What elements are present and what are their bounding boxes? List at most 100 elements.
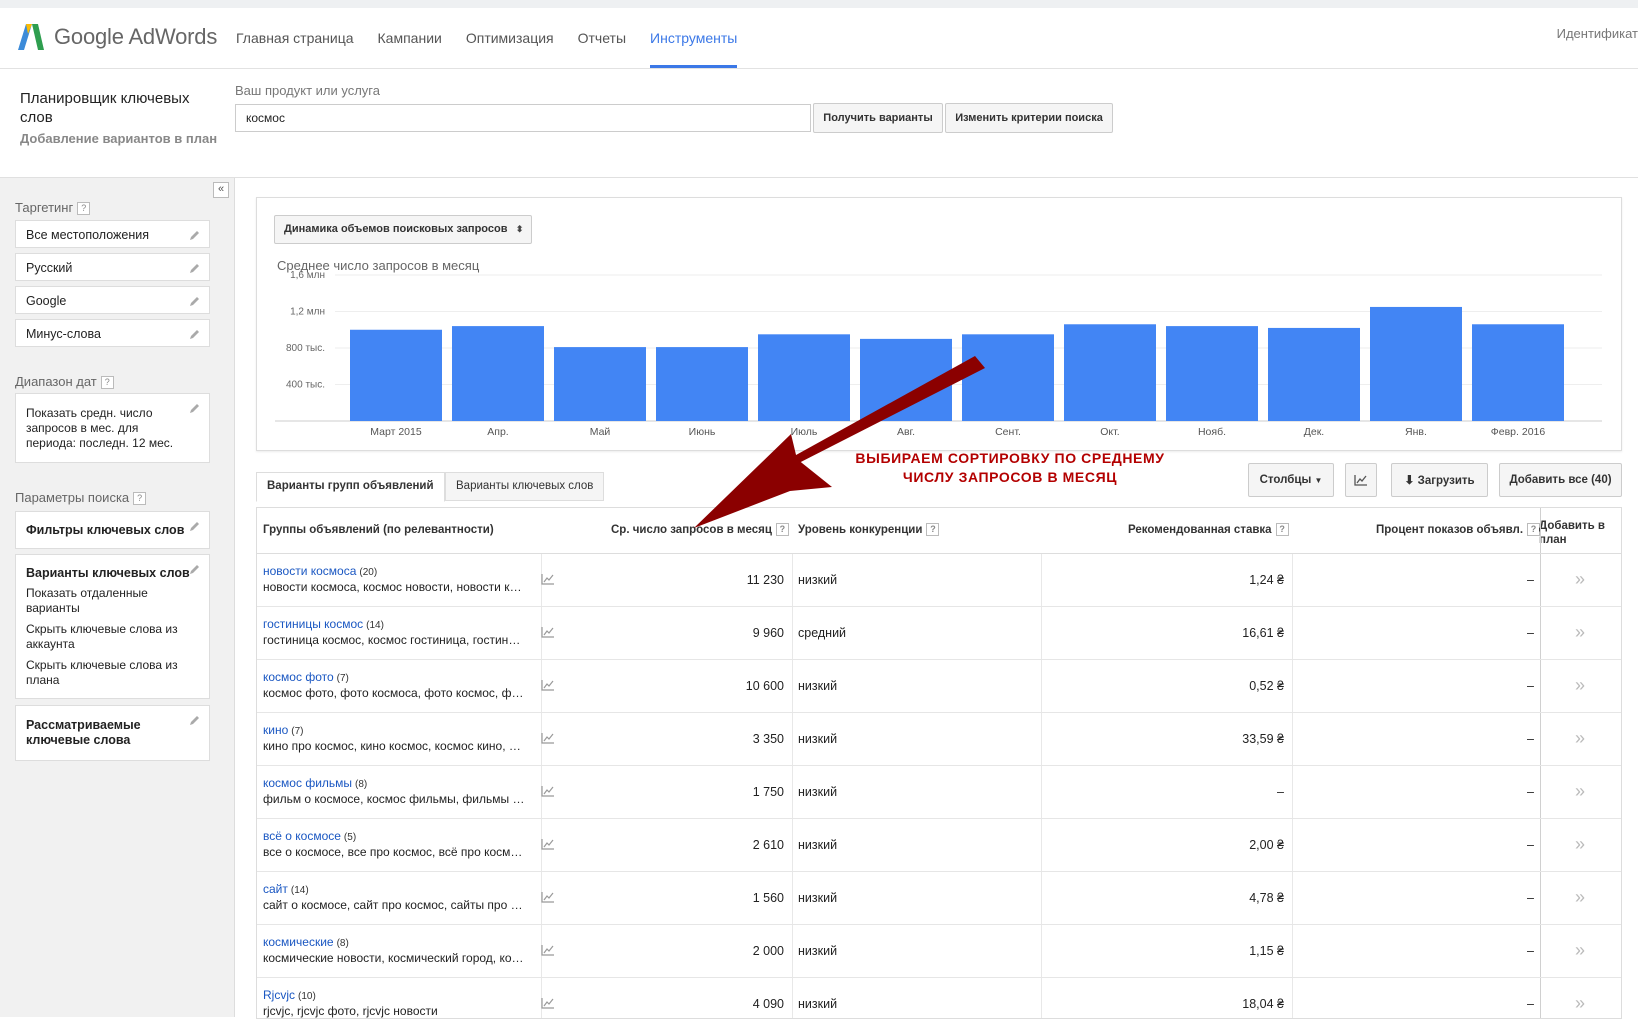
trend-chart-icon[interactable]	[541, 732, 555, 744]
help-icon[interactable]: ?	[775, 523, 789, 537]
nav-optimization[interactable]: Оптимизация	[466, 8, 554, 68]
ad-group-name[interactable]: космос фото	[263, 670, 334, 684]
keyword-options-box[interactable]: Варианты ключевых слов Показать отдаленн…	[15, 554, 210, 699]
ad-group-name[interactable]: космические	[263, 935, 334, 949]
chart-bar[interactable]	[1064, 324, 1156, 421]
ad-group-name[interactable]: гостиницы космос	[263, 617, 363, 631]
chart-bar[interactable]	[962, 334, 1054, 421]
ad-group-name[interactable]: всё о космосе	[263, 829, 341, 843]
help-icon[interactable]: ?	[77, 202, 91, 216]
chart-bar[interactable]	[1166, 326, 1258, 421]
help-icon[interactable]: ?	[100, 376, 114, 390]
columns-button[interactable]: Столбцы ▼	[1248, 463, 1334, 497]
ad-group-link[interactable]: сайт (14)	[263, 882, 309, 896]
adwords-logo[interactable]: Google AdWords	[16, 22, 217, 52]
chart-bar[interactable]	[554, 347, 646, 421]
pencil-icon[interactable]	[189, 262, 201, 274]
col-header-competition[interactable]: Уровень конкуренции?	[798, 508, 940, 553]
ad-group-link[interactable]: космос фото (7)	[263, 670, 349, 684]
trend-chart-icon[interactable]	[541, 838, 555, 850]
pencil-icon[interactable]	[189, 402, 201, 414]
col-header-impression-share[interactable]: Процент показов объявл.?	[1376, 508, 1541, 553]
trend-chart-icon[interactable]	[541, 944, 555, 956]
collapse-sidebar-icon[interactable]: «	[213, 182, 229, 198]
ad-group-link[interactable]: Rjcvjc (10)	[263, 988, 316, 1002]
download-button[interactable]: ⬇ Загрузить	[1391, 463, 1488, 497]
chart-bar[interactable]	[758, 334, 850, 421]
column-divider	[1041, 819, 1042, 871]
pencil-icon[interactable]	[189, 714, 201, 726]
chart-bar[interactable]	[1268, 327, 1360, 421]
impression-share-value: –	[1527, 573, 1534, 587]
chart-bar[interactable]	[1472, 324, 1564, 421]
col-header-bid[interactable]: Рекомендованная ставка?	[1128, 508, 1289, 553]
add-to-plan-icon[interactable]: »	[1572, 978, 1588, 1018]
tab-ad-group-ideas[interactable]: Варианты групп объявлений	[256, 472, 445, 502]
ad-group-link[interactable]: космические (8)	[263, 935, 349, 949]
nav-campaigns[interactable]: Кампании	[378, 8, 442, 68]
ad-group-keywords: гостиница космос, космос гостиница, гост…	[263, 633, 525, 647]
ad-group-name[interactable]: Rjcvjc	[263, 988, 295, 1002]
keyword-filters-box[interactable]: Фильтры ключевых слов	[15, 511, 210, 549]
pencil-icon[interactable]	[189, 295, 201, 307]
trend-chart-icon[interactable]	[541, 891, 555, 903]
chart-bar[interactable]	[452, 326, 544, 421]
column-divider	[1292, 872, 1293, 924]
help-icon[interactable]: ?	[133, 492, 147, 506]
nav-reports[interactable]: Отчеты	[578, 8, 626, 68]
pencil-icon[interactable]	[189, 229, 201, 241]
ad-group-name[interactable]: новости космоса	[263, 564, 356, 578]
chart-bar[interactable]	[656, 347, 748, 421]
x-tick-label: Июнь	[689, 426, 716, 438]
trend-chart-icon[interactable]	[541, 785, 555, 797]
add-to-plan-icon[interactable]: »	[1572, 872, 1588, 924]
help-icon[interactable]: ?	[1275, 523, 1289, 537]
chart-bar[interactable]	[860, 338, 952, 421]
ad-group-link[interactable]: новости космоса (20)	[263, 564, 377, 578]
ad-group-link[interactable]: гостиницы космос (14)	[263, 617, 384, 631]
col-header-avg-searches[interactable]: Ср. число запросов в месяц?	[611, 508, 789, 553]
date-range-box[interactable]: Показать средн. число запросов в мес. дл…	[15, 393, 210, 463]
targeting-location[interactable]: Все местоположения	[15, 220, 210, 248]
nav-tools[interactable]: Инструменты	[650, 8, 738, 68]
col-header-group[interactable]: Группы объявлений (по релевантности)	[263, 508, 494, 553]
modify-search-button[interactable]: Изменить критерии поиска	[945, 103, 1113, 133]
targeting-negative-keywords[interactable]: Минус-слова	[15, 319, 210, 347]
trend-chart-icon[interactable]	[541, 679, 555, 691]
ad-group-name[interactable]: космос фильмы	[263, 776, 352, 790]
account-id[interactable]: Идентификат	[1557, 26, 1638, 41]
pencil-icon[interactable]	[189, 563, 201, 575]
targeting-network[interactable]: Google	[15, 286, 210, 314]
ad-group-link[interactable]: космос фильмы (8)	[263, 776, 367, 790]
trend-chart-icon[interactable]	[541, 626, 555, 638]
keyword-option-item: Скрыть ключевые слова из аккаунта	[26, 622, 178, 651]
pencil-icon[interactable]	[189, 520, 201, 532]
tab-keyword-ideas[interactable]: Варианты ключевых слов	[445, 472, 605, 501]
chart-toggle-button[interactable]	[1345, 463, 1377, 497]
included-keywords-box[interactable]: Рассматриваемые ключевые слова	[15, 705, 210, 761]
chart-bar[interactable]	[1370, 306, 1462, 421]
ad-group-link[interactable]: всё о космосе (5)	[263, 829, 356, 843]
ad-group-link[interactable]: кино (7)	[263, 723, 304, 737]
product-input[interactable]: космос	[235, 104, 811, 132]
add-to-plan-icon[interactable]: »	[1572, 554, 1588, 606]
ad-group-name[interactable]: сайт	[263, 882, 288, 896]
trend-chart-icon[interactable]	[541, 997, 555, 1009]
add-to-plan-icon[interactable]: »	[1572, 660, 1588, 712]
product-label: Ваш продукт или услуга	[235, 83, 380, 98]
ad-group-keywords: фильм о космосе, космос фильмы, фильмы о…	[263, 792, 525, 806]
add-to-plan-icon[interactable]: »	[1572, 713, 1588, 765]
add-to-plan-icon[interactable]: »	[1572, 766, 1588, 818]
get-ideas-button[interactable]: Получить варианты	[813, 103, 943, 133]
targeting-language[interactable]: Русский	[15, 253, 210, 281]
pencil-icon[interactable]	[189, 328, 201, 340]
add-to-plan-icon[interactable]: »	[1572, 819, 1588, 871]
help-icon[interactable]: ?	[926, 523, 940, 537]
nav-home[interactable]: Главная страница	[236, 8, 354, 68]
add-to-plan-icon[interactable]: »	[1572, 925, 1588, 977]
chart-bar[interactable]	[350, 329, 442, 421]
add-all-button[interactable]: Добавить все (40)	[1499, 463, 1622, 497]
ad-group-name[interactable]: кино	[263, 723, 288, 737]
trend-chart-icon[interactable]	[541, 573, 555, 585]
add-to-plan-icon[interactable]: »	[1572, 607, 1588, 659]
